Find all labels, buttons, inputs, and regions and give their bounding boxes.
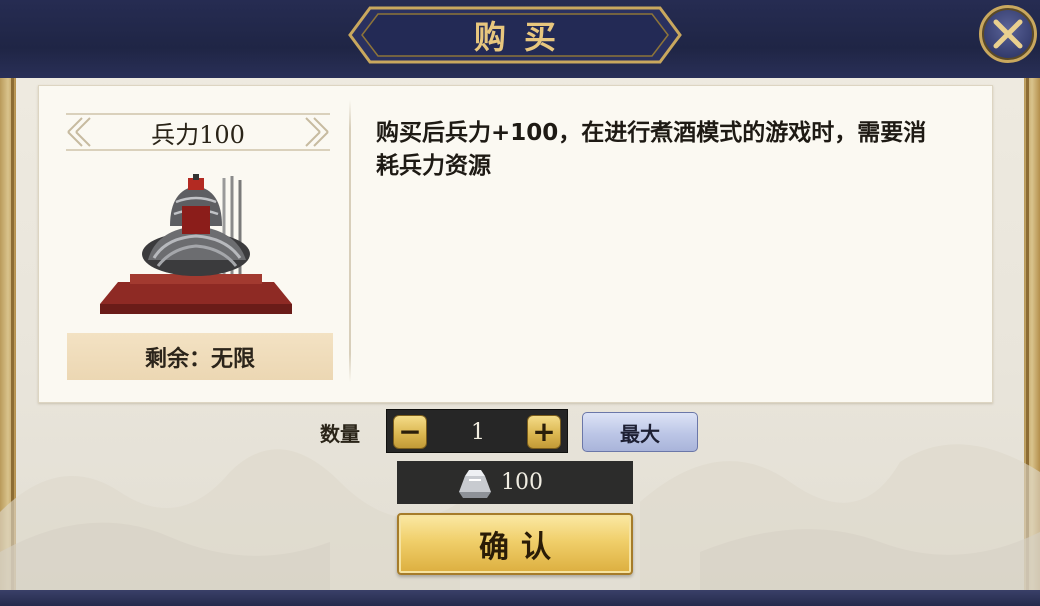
quantity-label: 数量 [320, 421, 360, 446]
quantity-stepper: − 1 + [386, 409, 568, 453]
card-divider [349, 100, 351, 382]
increase-button[interactable]: + [527, 415, 561, 449]
item-name: 兵力100 [151, 120, 245, 149]
close-button[interactable] [979, 5, 1037, 63]
title-plaque: 购买 [348, 4, 682, 66]
confirm-button[interactable]: 确认 [397, 513, 633, 575]
remaining-stock: 剩余：无限 [67, 333, 333, 380]
cost-display: 100 [397, 461, 633, 504]
page-title: 购买 [473, 18, 574, 56]
decrease-button[interactable]: − [393, 415, 427, 449]
armor-item-image [100, 174, 292, 314]
footer-band [0, 590, 1040, 606]
item-name-banner: 兵力100 [62, 110, 334, 154]
quantity-value[interactable]: 1 [433, 410, 523, 454]
close-icon [993, 19, 1023, 49]
item-description: 购买后兵力+100，在进行煮酒模式的游戏时，需要消耗兵力资源 [376, 120, 927, 179]
cost-value: 100 [501, 470, 543, 495]
silver-ingot-icon [459, 470, 491, 498]
max-button[interactable]: 最大 [582, 412, 698, 452]
